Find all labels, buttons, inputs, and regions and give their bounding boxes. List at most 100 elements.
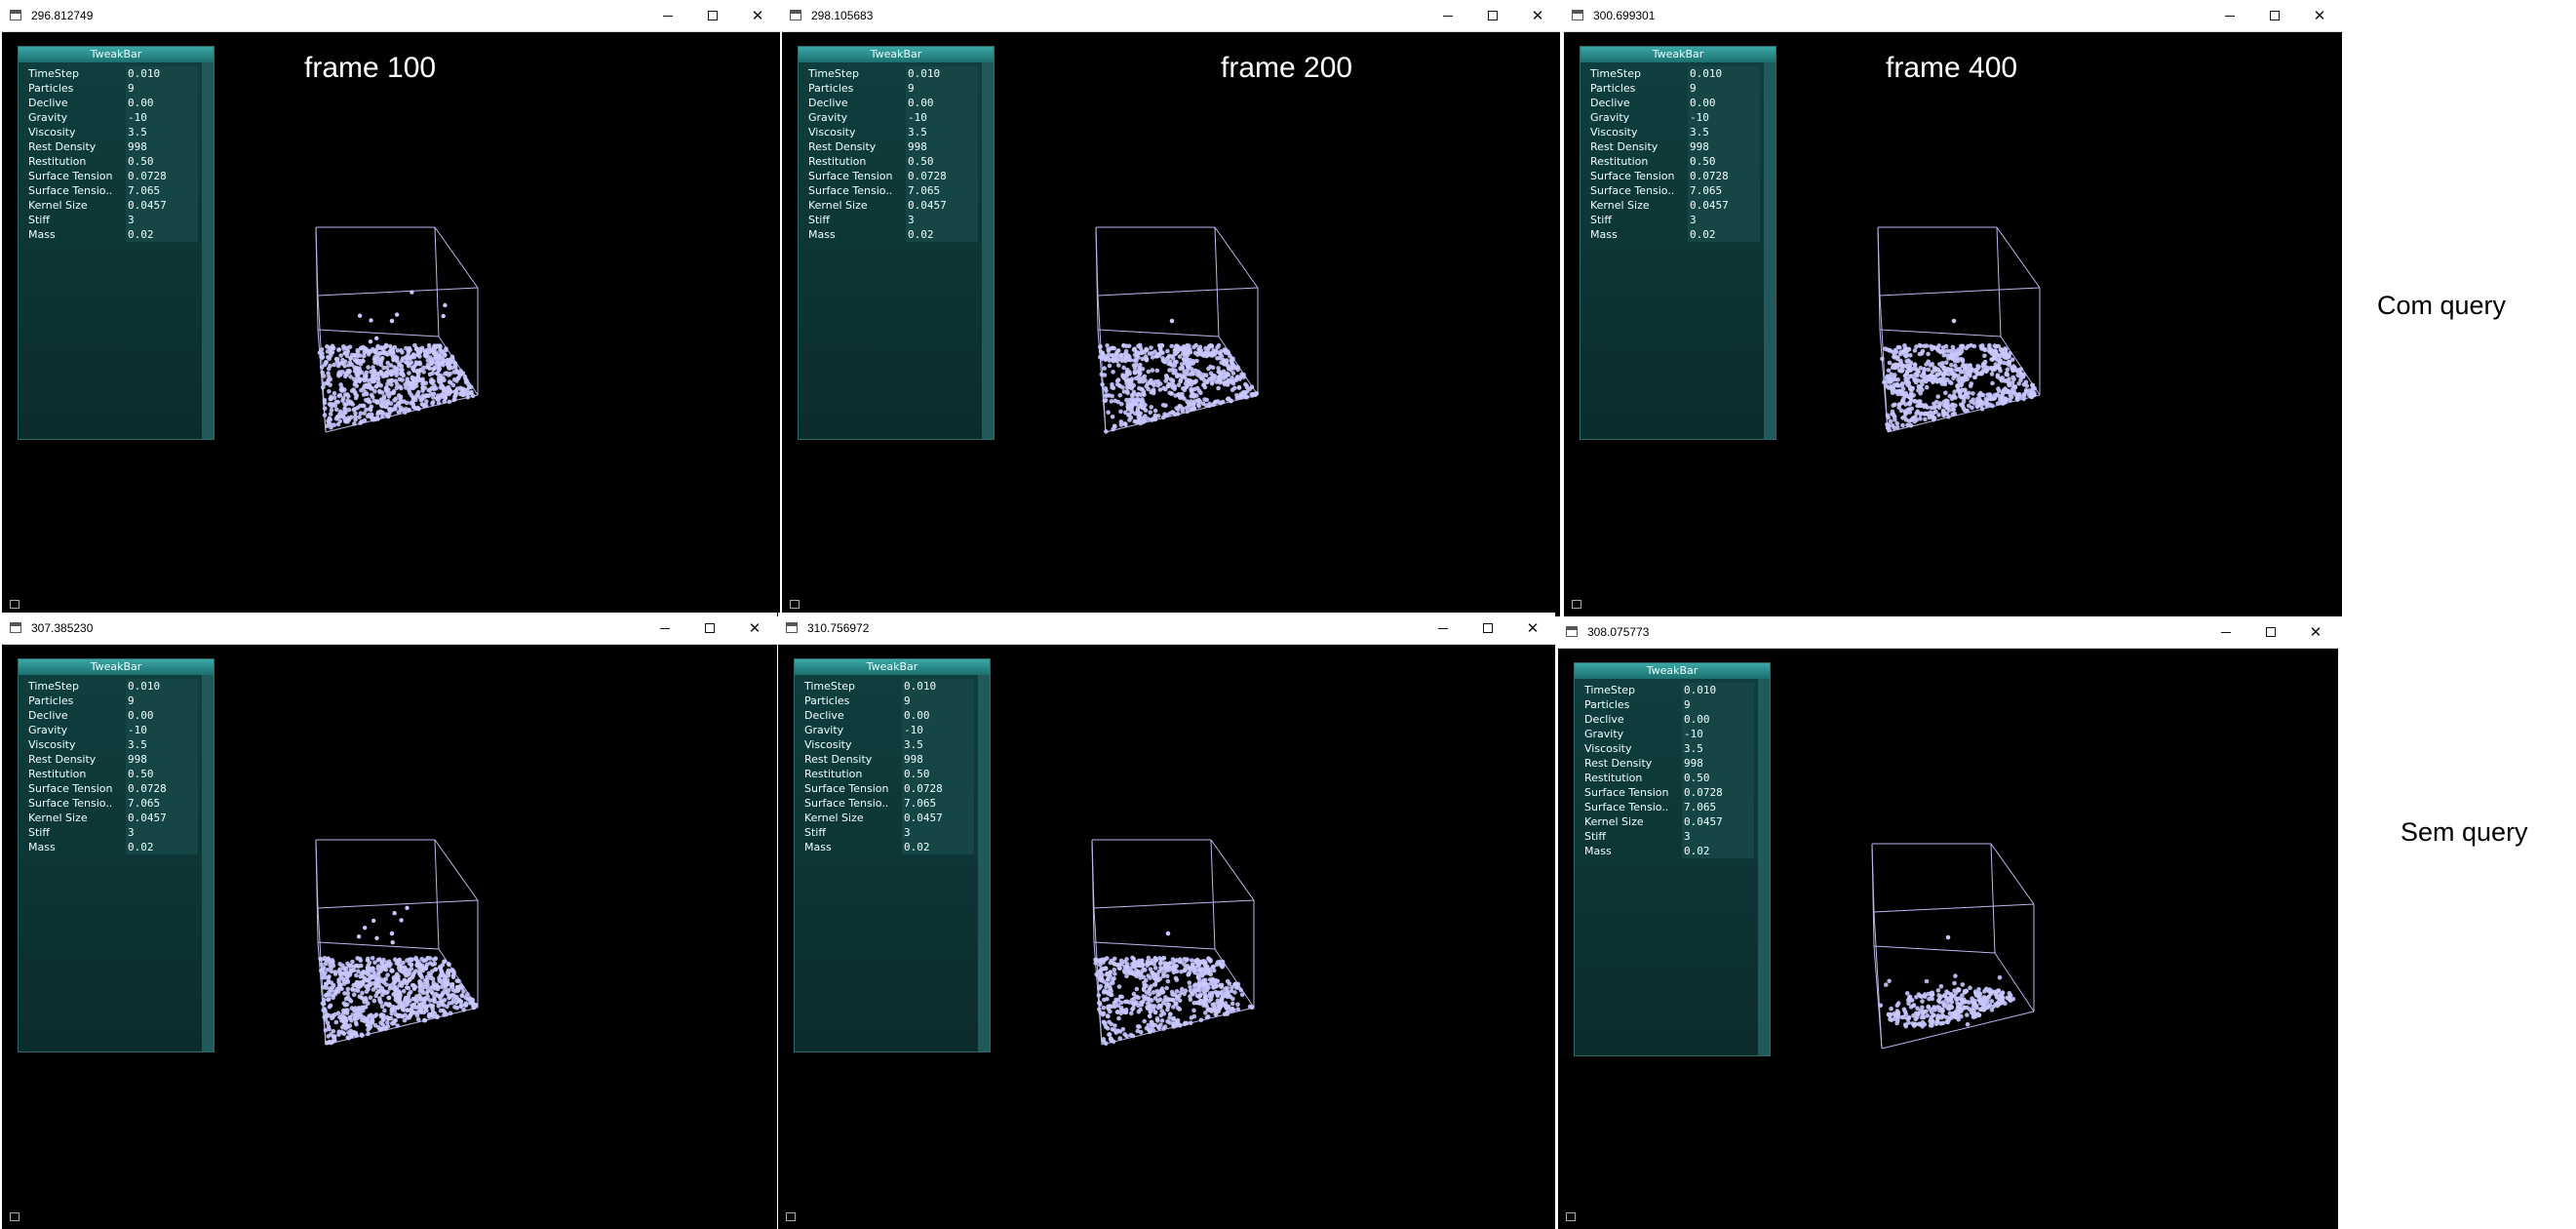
tweakbar-row-value[interactable]: 3 (1682, 829, 1754, 844)
tweakbar-row-value[interactable]: 3.5 (902, 737, 974, 752)
tweakbar-row[interactable]: Surface Tensio.. 7.065 (28, 796, 198, 811)
tweakbar-row-value[interactable]: 0.02 (1682, 844, 1754, 858)
tweakbar-row-value[interactable]: -10 (1688, 110, 1760, 125)
tweakbar-row[interactable]: Declive 0.00 (804, 708, 974, 723)
tweakbar-row[interactable]: Kernel Size 0.0457 (808, 198, 978, 213)
tweakbar-row[interactable]: Restitution 0.50 (28, 767, 198, 781)
tweakbar-row[interactable]: Viscosity 3.5 (808, 125, 978, 139)
tweakbar-row-value[interactable]: 0.50 (1682, 771, 1754, 785)
tweakbar-row[interactable]: Rest Density 998 (28, 752, 198, 767)
tweakbar-row-value[interactable]: -10 (1682, 727, 1754, 741)
title-bar[interactable]: 310.756972 ✕ (778, 613, 1555, 645)
tweakbar-row[interactable]: Surface Tension 0.0728 (28, 169, 198, 183)
tweakbar-row[interactable]: Particles 9 (28, 694, 198, 708)
maximize-button[interactable] (2252, 0, 2297, 31)
tweakbar-row[interactable]: TimeStep 0.010 (804, 679, 974, 694)
tweakbar-row-value[interactable]: 0.010 (906, 66, 978, 81)
tweakbar-row-value[interactable]: 0.010 (1682, 683, 1754, 697)
tweakbar-row-value[interactable]: 998 (902, 752, 974, 767)
tweakbar-row-value[interactable]: 998 (1682, 756, 1754, 771)
simulation-window[interactable]: 310.756972 ✕ TweakBar TimeStep 0.010 Partic… (778, 613, 1555, 1229)
tweakbar-row-value[interactable]: 3.5 (1688, 125, 1760, 139)
close-button[interactable]: ✕ (735, 0, 780, 31)
tweakbar-row-value[interactable]: 0.00 (906, 96, 978, 110)
tweakbar-row[interactable]: Stiff 3 (1584, 829, 1754, 844)
tweakbar-panel[interactable]: TweakBar TimeStep 0.010 Particles 9 Declive 0.… (798, 46, 995, 440)
tweakbar-row[interactable]: Kernel Size 0.0457 (28, 811, 198, 825)
tweakbar-row-value[interactable]: 0.00 (126, 96, 198, 110)
tweakbar-row[interactable]: Mass 0.02 (1584, 844, 1754, 858)
tweakbar-row-value[interactable]: 7.065 (1688, 183, 1760, 198)
tweakbar-row[interactable]: Mass 0.02 (28, 227, 198, 242)
tweakbar-row[interactable]: TimeStep 0.010 (1590, 66, 1760, 81)
render-viewport[interactable]: frame 200 TweakBar TimeStep 0.010 Particles… (782, 32, 1560, 616)
tweakbar-row[interactable]: Rest Density 998 (1584, 756, 1754, 771)
tweakbar-row-value[interactable]: 9 (1688, 81, 1760, 96)
tweakbar-row-value[interactable]: 3 (1688, 213, 1760, 227)
tweakbar-row[interactable]: Surface Tensio.. 7.065 (808, 183, 978, 198)
maximize-button[interactable] (2248, 616, 2293, 648)
tweakbar-row-value[interactable]: 0.0728 (906, 169, 978, 183)
title-bar[interactable]: 308.075773 ✕ (1558, 616, 2338, 649)
tweakbar-row-value[interactable]: 0.0457 (906, 198, 978, 213)
tweakbar-row[interactable]: Viscosity 3.5 (28, 125, 198, 139)
simulation-window[interactable]: 300.699301 ✕ frame 400 TweakBar TimeStep 0… (1564, 0, 2342, 616)
tweakbar-title[interactable]: TweakBar (799, 47, 994, 62)
title-bar[interactable]: 298.105683 ✕ (782, 0, 1560, 32)
tweakbar-row[interactable]: Restitution 0.50 (804, 767, 974, 781)
tweakbar-row[interactable]: Declive 0.00 (28, 96, 198, 110)
tweakbar-row[interactable]: Particles 9 (28, 81, 198, 96)
tweakbar-row[interactable]: Restitution 0.50 (1590, 154, 1760, 169)
tweakbar-row-value[interactable]: 3.5 (126, 737, 198, 752)
tweakbar-title[interactable]: TweakBar (1581, 47, 1776, 62)
tweakbar-row[interactable]: Declive 0.00 (808, 96, 978, 110)
tweakbar-row[interactable]: Kernel Size 0.0457 (1590, 198, 1760, 213)
tweakbar-panel[interactable]: TweakBar TimeStep 0.010 Particles 9 Declive 0.… (18, 658, 215, 1052)
tweakbar-row-value[interactable]: 0.00 (1682, 712, 1754, 727)
tweakbar-title[interactable]: TweakBar (19, 47, 214, 62)
tweakbar-row-value[interactable]: 3 (906, 213, 978, 227)
tweakbar-panel[interactable]: TweakBar TimeStep 0.010 Particles 9 Declive 0.… (1574, 662, 1771, 1056)
tweakbar-row[interactable]: TimeStep 0.010 (28, 66, 198, 81)
close-button[interactable]: ✕ (1515, 0, 1560, 31)
tweakbar-row-value[interactable]: 0.50 (126, 154, 198, 169)
tweakbar-row[interactable]: Restitution 0.50 (808, 154, 978, 169)
minimize-button[interactable] (643, 613, 687, 644)
tweakbar-row[interactable]: Kernel Size 0.0457 (804, 811, 974, 825)
close-button[interactable]: ✕ (1510, 613, 1555, 644)
tweakbar-row[interactable]: Viscosity 3.5 (1584, 741, 1754, 756)
tweakbar-scrollbar[interactable] (982, 62, 994, 439)
tweakbar-row[interactable]: Surface Tensio.. 7.065 (1584, 800, 1754, 814)
tweakbar-row-value[interactable]: 0.00 (1688, 96, 1760, 110)
tweakbar-row-value[interactable]: 0.0728 (126, 169, 198, 183)
tweakbar-row[interactable]: Surface Tension 0.0728 (1584, 785, 1754, 800)
tweakbar-row-value[interactable]: 7.065 (1682, 800, 1754, 814)
tweakbar-row-value[interactable]: 0.010 (902, 679, 974, 694)
tweakbar-row[interactable]: Particles 9 (1590, 81, 1760, 96)
tweakbar-row-value[interactable]: 0.010 (126, 679, 198, 694)
tweakbar-row[interactable]: Mass 0.02 (808, 227, 978, 242)
tweakbar-row-value[interactable]: 7.065 (126, 796, 198, 811)
tweakbar-row-value[interactable]: 0.02 (906, 227, 978, 242)
tweakbar-row[interactable]: Kernel Size 0.0457 (1584, 814, 1754, 829)
tweakbar-row[interactable]: Stiff 3 (1590, 213, 1760, 227)
tweakbar-row[interactable]: Declive 0.00 (1590, 96, 1760, 110)
tweakbar-row-value[interactable]: 0.010 (126, 66, 198, 81)
tweakbar-row[interactable]: Surface Tensio.. 7.065 (804, 796, 974, 811)
tweakbar-row-value[interactable]: 0.010 (1688, 66, 1760, 81)
tweakbar-row-value[interactable]: 3 (126, 213, 198, 227)
tweakbar-row[interactable]: Gravity -10 (808, 110, 978, 125)
tweakbar-row[interactable]: Stiff 3 (28, 213, 198, 227)
tweakbar-row-value[interactable]: -10 (902, 723, 974, 737)
tweakbar-title[interactable]: TweakBar (1575, 663, 1770, 679)
close-button[interactable]: ✕ (2293, 616, 2338, 648)
tweakbar-row-value[interactable]: 7.065 (902, 796, 974, 811)
tweakbar-row[interactable]: TimeStep 0.010 (28, 679, 198, 694)
tweakbar-row-value[interactable]: 0.0457 (126, 198, 198, 213)
render-viewport[interactable]: frame 400 TweakBar TimeStep 0.010 Particles… (1564, 32, 2342, 616)
tweakbar-row-value[interactable]: 9 (902, 694, 974, 708)
maximize-button[interactable] (1465, 613, 1510, 644)
tweakbar-row[interactable]: Stiff 3 (808, 213, 978, 227)
tweakbar-row-value[interactable]: 0.0728 (1688, 169, 1760, 183)
tweakbar-scrollbar[interactable] (978, 675, 990, 1051)
